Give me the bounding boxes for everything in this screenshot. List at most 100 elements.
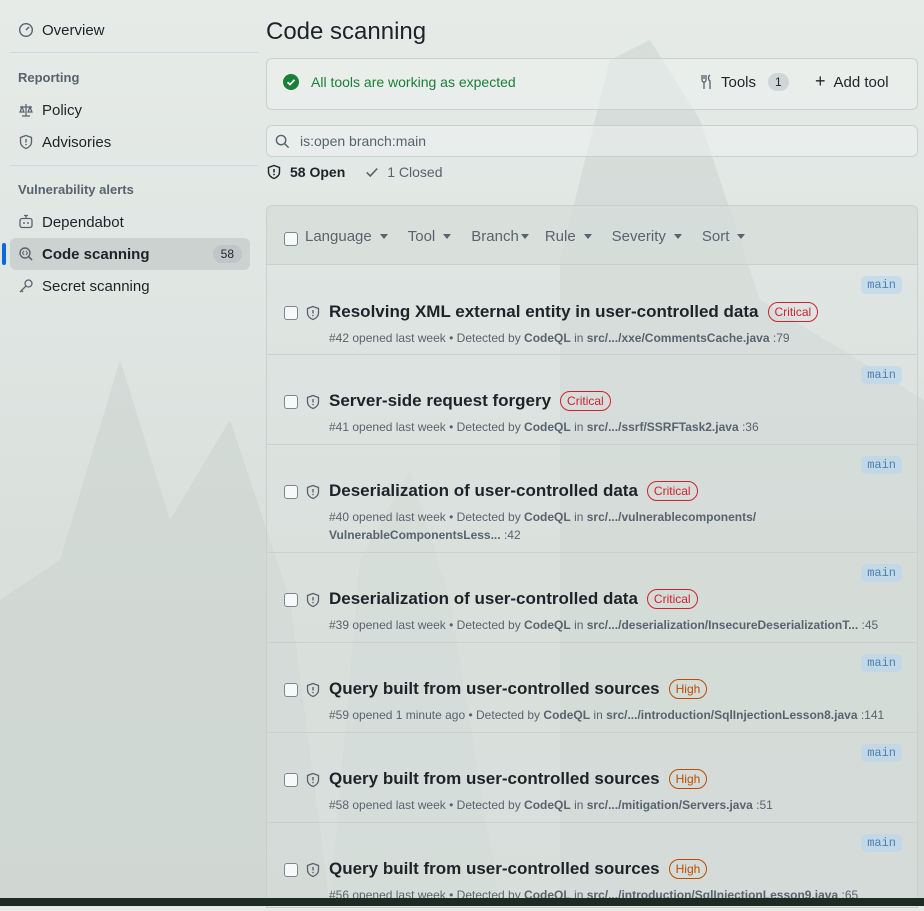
alert-title-link[interactable]: Deserialization of user-controlled data C… <box>329 481 698 501</box>
branch-label: main <box>861 276 902 294</box>
tools-icon <box>699 74 713 90</box>
codescan-icon <box>18 246 34 262</box>
caret-down-icon <box>673 234 682 239</box>
caret-down-icon <box>583 234 592 239</box>
alert-title: Deserialization of user-controlled data <box>329 589 638 608</box>
sidebar-item-label: Advisories <box>42 133 112 151</box>
shield-icon <box>18 134 34 150</box>
check-circle-icon <box>283 74 299 90</box>
key-icon <box>18 278 34 294</box>
row-checkbox[interactable] <box>284 773 298 787</box>
tools-label: Tools <box>721 73 757 91</box>
branch-label: main <box>861 564 902 582</box>
filter-label: Tool <box>407 228 436 245</box>
severity-badge: Critical <box>560 391 611 411</box>
row-checkbox[interactable] <box>284 395 298 409</box>
row-checkbox[interactable] <box>284 485 298 499</box>
alert-meta: #39 opened last week • Detected by CodeQ… <box>329 618 879 632</box>
shield-icon <box>305 682 321 698</box>
file-path-link[interactable]: src/.../mitigation/Servers.java <box>587 798 753 812</box>
tools-count-badge: 1 <box>768 73 789 91</box>
file-path-link[interactable]: src/.../deserialization/InsecureDeserial… <box>587 618 858 632</box>
shield-icon <box>305 305 321 321</box>
add-tool-button[interactable]: + Add tool <box>815 71 889 92</box>
sidebar-item-policy[interactable]: Policy <box>10 94 250 126</box>
filter-label: Language <box>305 228 372 245</box>
alert-row[interactable]: main Deserialization of user-controlled … <box>267 553 917 643</box>
open-alerts-link[interactable]: 58 Open <box>266 164 345 180</box>
check-icon <box>365 165 379 179</box>
sidebar-item-code-scanning[interactable]: Code scanning 58 <box>10 238 250 270</box>
sidebar-item-dependabot[interactable]: Dependabot <box>10 206 250 238</box>
filter-tool[interactable]: Tool <box>408 228 452 245</box>
alert-title: Deserialization of user-controlled data <box>329 481 638 500</box>
divider <box>10 52 258 53</box>
filter-severity[interactable]: Severity <box>612 228 682 245</box>
closed-alerts-link[interactable]: 1 Closed <box>365 164 443 180</box>
filter-rule[interactable]: Rule <box>545 228 592 245</box>
alert-meta: #42 opened last week • Detected by CodeQ… <box>329 331 790 345</box>
search-icon <box>275 134 290 149</box>
alert-meta: #58 opened last week • Detected by CodeQ… <box>329 798 773 812</box>
alert-row[interactable]: main Deserialization of user-controlled … <box>267 445 917 553</box>
shield-icon <box>266 164 282 180</box>
sidebar-item-overview[interactable]: Overview <box>10 14 250 46</box>
shield-icon <box>305 862 321 878</box>
row-checkbox[interactable] <box>284 306 298 320</box>
search-field[interactable] <box>266 125 918 157</box>
alert-row[interactable]: main Server-side request forgery Critical… <box>267 355 917 445</box>
branch-label: main <box>861 366 902 384</box>
alert-title-link[interactable]: Deserialization of user-controlled data C… <box>329 589 698 609</box>
alert-count-badge: 58 <box>212 245 242 263</box>
alert-title-link[interactable]: Query built from user-controlled sources… <box>329 859 708 879</box>
row-checkbox[interactable] <box>284 683 298 697</box>
alert-row[interactable]: main Resolving XML external entity in us… <box>267 265 917 355</box>
sidebar-item-label: Code scanning <box>42 245 150 263</box>
severity-badge: High <box>668 859 708 879</box>
filter-bar: Language Tool Branch Rule Severity Sort <box>305 228 765 245</box>
alert-title-link[interactable]: Query built from user-controlled sources… <box>329 769 708 789</box>
severity-badge: Critical <box>646 481 698 501</box>
alert-row[interactable]: main Query built from user-controlled so… <box>267 823 917 907</box>
alert-title: Query built from user-controlled sources <box>329 769 660 788</box>
alert-meta: #41 opened last week • Detected by CodeQ… <box>329 420 759 434</box>
file-path-link[interactable]: src/.../vulnerablecomponents/ <box>587 510 756 524</box>
sidebar-item-label: Dependabot <box>42 213 124 231</box>
alert-title-link[interactable]: Server-side request forgery Critical <box>329 391 611 411</box>
file-path-continued[interactable]: VulnerableComponentsLess... <box>329 528 501 542</box>
alert-title: Server-side request forgery <box>329 391 552 410</box>
alert-row[interactable]: main Query built from user-controlled so… <box>267 733 917 823</box>
sidebar-item-label: Overview <box>42 21 105 39</box>
sidebar-item-secret-scanning[interactable]: Secret scanning <box>10 270 250 302</box>
filter-label: Severity <box>611 228 666 245</box>
select-all-checkbox[interactable] <box>284 232 298 246</box>
divider <box>10 165 258 166</box>
law-icon <box>18 102 34 118</box>
severity-badge: High <box>668 679 708 699</box>
filter-language[interactable]: Language <box>305 228 388 245</box>
filter-branch[interactable]: Branch <box>471 228 529 245</box>
section-heading-vulnerability-alerts: Vulnerability alerts <box>18 182 134 197</box>
tool-status-banner: All tools are working as expected Tools … <box>266 58 918 110</box>
alert-row[interactable]: main Query built from user-controlled so… <box>267 643 917 733</box>
page-title: Code scanning <box>266 18 427 45</box>
alert-title: Resolving XML external entity in user-co… <box>329 302 759 321</box>
branch-label: main <box>861 744 902 762</box>
meter-icon <box>18 22 34 38</box>
tools-button[interactable]: Tools 1 <box>699 73 789 91</box>
caret-down-icon <box>443 234 452 239</box>
add-tool-label: Add tool <box>833 74 889 91</box>
branch-label: main <box>861 654 902 672</box>
row-checkbox[interactable] <box>284 863 298 877</box>
filter-sort[interactable]: Sort <box>702 228 746 245</box>
section-heading-reporting: Reporting <box>18 70 80 85</box>
alert-title-link[interactable]: Query built from user-controlled sources… <box>329 679 708 699</box>
file-path-link[interactable]: src/.../ssrf/SSRFTask2.java <box>587 420 739 434</box>
search-input[interactable] <box>298 132 862 150</box>
file-path-link[interactable]: src/.../xxe/CommentsCache.java <box>587 331 770 345</box>
sidebar-item-advisories[interactable]: Advisories <box>10 126 250 158</box>
alert-title-link[interactable]: Resolving XML external entity in user-co… <box>329 302 819 322</box>
alert-meta: #40 opened last week • Detected by CodeQ… <box>329 510 757 542</box>
file-path-link[interactable]: src/.../introduction/SqlInjectionLesson8… <box>606 708 857 722</box>
row-checkbox[interactable] <box>284 593 298 607</box>
